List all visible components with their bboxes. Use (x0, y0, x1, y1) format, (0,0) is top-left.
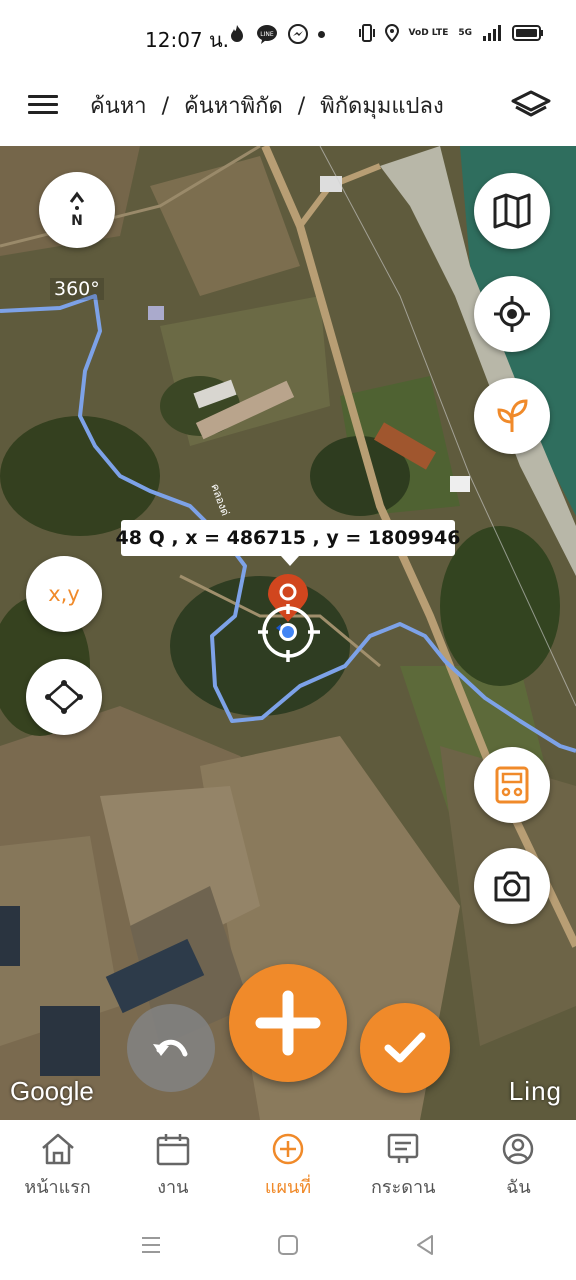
plus-icon (255, 990, 321, 1056)
bottom-navigation: หน้าแรก งาน แผนที่ กระดาน ฉัน (0, 1120, 576, 1212)
signal-label: 5G (458, 28, 472, 38)
confirm-button[interactable] (360, 1003, 450, 1093)
nav-tasks-label: งาน (157, 1177, 189, 1198)
google-attribution: Google (10, 1076, 94, 1106)
breadcrumb-search-coordinate[interactable]: ค้นหาพิกัด (184, 94, 283, 119)
nav-home[interactable]: หน้าแรก (0, 1120, 115, 1212)
status-bar: 12:07 น. LINE VoD LTE 5G (0, 0, 576, 72)
svg-text:LINE: LINE (260, 31, 274, 38)
messenger-icon (288, 24, 308, 44)
nav-map[interactable]: แผนที่ (230, 1120, 345, 1212)
home-button-icon[interactable] (277, 1234, 299, 1256)
breadcrumb-separator: / (297, 94, 306, 119)
camera-button[interactable] (474, 848, 550, 924)
system-status-icons: VoD LTE 5G (358, 24, 544, 42)
plant-button[interactable] (474, 378, 550, 454)
coordinate-callout: 48 Q , x = 486715 , y = 1809946 (116, 520, 460, 566)
calculator-icon (495, 766, 529, 804)
signal-icon (483, 25, 501, 41)
xy-label: x,y (48, 582, 80, 606)
calendar-icon (156, 1134, 190, 1166)
satellite-map[interactable]: คลองด่ N 360° x,y 48 Q , x = 486715 , y … (0, 146, 576, 1120)
app-screen: 12:07 น. LINE VoD LTE 5G ค้นหา / ค้นหาพิ… (0, 0, 576, 1280)
compass-icon: N (69, 191, 85, 229)
nav-map-label: แผนที่ (264, 1177, 312, 1198)
location-pin-icon (258, 574, 320, 662)
nav-profile[interactable]: ฉัน (461, 1120, 576, 1212)
map-type-button[interactable] (474, 173, 550, 249)
more-notifications-dot (318, 30, 325, 38)
home-icon (41, 1133, 74, 1165)
location-icon (384, 24, 399, 42)
vibrate-icon (358, 24, 375, 42)
compass-letter: N (71, 213, 83, 229)
breadcrumb-plot-corner: พิกัดมุมแปลง (320, 94, 444, 119)
undo-icon (153, 1039, 188, 1057)
back-icon[interactable] (414, 1234, 436, 1256)
status-time: 12:07 น. (145, 28, 230, 52)
map-icon (493, 193, 531, 229)
nav-board-label: กระดาน (371, 1177, 436, 1198)
line-app-icon: LINE (257, 25, 277, 44)
nav-home-label: หน้าแรก (24, 1177, 91, 1198)
undo-button[interactable] (127, 1004, 215, 1092)
compass-button[interactable]: N (39, 172, 115, 248)
nav-profile-label: ฉัน (506, 1177, 531, 1198)
polygon-icon (45, 680, 83, 714)
compass-heading-label: 360° (50, 278, 104, 300)
user-icon (503, 1133, 534, 1165)
breadcrumb-separator: / (161, 94, 170, 119)
camera-icon (494, 871, 530, 902)
flame-icon (231, 25, 243, 42)
add-circle-icon (272, 1133, 304, 1165)
ling-label: Ling (508, 1076, 562, 1106)
nav-tasks[interactable]: งาน (115, 1120, 230, 1212)
system-navigation-bar (0, 1212, 576, 1280)
crosshair-icon (494, 296, 530, 332)
board-icon (387, 1133, 419, 1163)
hamburger-menu-button[interactable] (28, 90, 62, 122)
breadcrumb-search[interactable]: ค้นหา (90, 94, 147, 119)
sprout-icon (497, 399, 528, 432)
layers-icon[interactable] (510, 86, 552, 126)
polygon-tool-button[interactable] (26, 659, 102, 735)
network-label: VoD LTE (408, 28, 449, 38)
check-icon (384, 1032, 426, 1063)
add-point-button[interactable] (229, 964, 347, 1082)
recent-apps-icon[interactable] (140, 1234, 162, 1256)
xy-coordinate-button[interactable]: x,y (26, 556, 102, 632)
top-app-bar: ค้นหา / ค้นหาพิกัด / พิกัดมุมแปลง (0, 72, 576, 146)
notification-icons: LINE (228, 24, 325, 44)
breadcrumb: ค้นหา / ค้นหาพิกัด / พิกัดมุมแปลง (90, 88, 452, 123)
battery-icon (512, 25, 543, 41)
my-location-button[interactable] (474, 276, 550, 352)
calculator-button[interactable] (474, 747, 550, 823)
nav-board[interactable]: กระดาน (346, 1120, 461, 1212)
